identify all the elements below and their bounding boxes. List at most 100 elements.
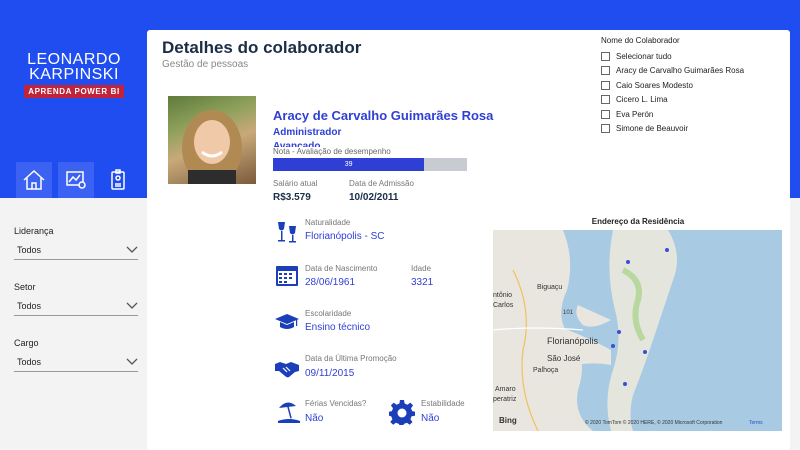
page-title: Detalhes do colaborador <box>162 38 362 57</box>
map-point[interactable] <box>626 260 630 264</box>
birth-value: 28/06/1961 <box>305 277 356 288</box>
education-value: Ensino técnico <box>305 322 371 333</box>
map-label-biguacu: Biguaçu <box>537 284 563 291</box>
stability-label: Estabilidade <box>421 399 465 408</box>
slicer-item-label: Selecionar tudo <box>616 51 672 61</box>
slicer-item-label: Caio Soares Modesto <box>616 80 693 90</box>
chart-icon <box>66 171 86 189</box>
setor-dropdown[interactable]: Todos <box>14 296 138 316</box>
slicer-item-aracy[interactable]: Aracy de Carvalho Guimarães Rosa <box>601 64 771 79</box>
vacation-label: Férias Vencidas? <box>305 399 367 408</box>
map-point[interactable] <box>617 330 621 334</box>
chevron-down-icon <box>126 302 138 309</box>
promotion-value: 09/11/2015 <box>305 368 355 379</box>
performance-fill: 39 <box>273 158 425 171</box>
filters-panel: Liderança Todos Setor Todos Cargo Todos <box>14 226 138 394</box>
map-label-amaro: Amaro <box>495 386 516 393</box>
filter-cargo: Cargo Todos <box>14 338 138 372</box>
filter-setor: Setor Todos <box>14 282 138 316</box>
slicer-item-label: Cicero L. Lima <box>616 95 668 105</box>
beach-umbrella-icon <box>278 402 300 423</box>
filter-label: Liderança <box>14 226 54 236</box>
map-label-saojose: São José <box>547 354 581 363</box>
admission-value: 10/02/2011 <box>349 192 399 203</box>
employee-slicer: Nome do Colaborador Selecionar tudo Arac… <box>601 36 771 136</box>
birth-label: Data de Nascimento <box>305 264 378 273</box>
map-label-florianopolis: Florianópolis <box>547 336 599 346</box>
cargo-dropdown[interactable]: Todos <box>14 352 138 372</box>
wine-glasses-icon <box>278 222 296 243</box>
origin-label: Naturalidade <box>305 218 351 227</box>
checkbox[interactable] <box>601 66 610 76</box>
map-point[interactable] <box>643 350 647 354</box>
map-point[interactable] <box>665 248 669 252</box>
gear-icon <box>389 400 415 425</box>
employee-role: Administrador <box>273 127 342 138</box>
slicer-item-caio[interactable]: Caio Soares Modesto <box>601 78 771 93</box>
nav-chart-button[interactable] <box>58 162 94 198</box>
slicer-item-label: Aracy de Carvalho Guimarães Rosa <box>616 66 745 76</box>
stability-value: Não <box>421 413 440 424</box>
home-icon <box>23 169 45 190</box>
chevron-down-icon <box>126 246 138 253</box>
map-label-palhoca: Palhoça <box>533 367 559 374</box>
map-label-road: 101 <box>563 310 574 316</box>
checkbox[interactable] <box>601 95 610 105</box>
admission-label: Data de Admissão <box>349 179 414 188</box>
residence-map[interactable]: Biguaçu ntônio Carlos Florianópolis São … <box>493 230 782 431</box>
slicer-item-label: Simone de Beauvoir <box>616 124 689 134</box>
slicer-item-select-all[interactable]: Selecionar tudo <box>601 49 771 64</box>
page-subtitle: Gestão de pessoas <box>162 59 249 70</box>
brand-tagline: APRENDA POWER BI <box>24 85 124 98</box>
lideranca-dropdown[interactable]: Todos <box>14 240 138 260</box>
map-attribution: © 2020 TomTom © 2020 HERE, © 2020 Micros… <box>585 420 723 426</box>
bing-logo: Bing <box>499 416 517 425</box>
slicer-item-eva[interactable]: Eva Perón <box>601 107 771 122</box>
handshake-icon <box>275 362 299 378</box>
slicer-title: Nome do Colaborador <box>601 36 680 45</box>
education-label: Escolaridade <box>305 309 352 318</box>
filter-label: Cargo <box>14 338 39 348</box>
map-title: Endereço da Residência <box>591 217 685 226</box>
age-label: Idade <box>411 264 432 273</box>
filter-label: Setor <box>14 282 36 292</box>
details-card: Detalhes do colaborador Gestão de pessoa… <box>147 30 790 450</box>
map-point[interactable] <box>623 382 627 386</box>
map-label-antonio: ntônio <box>493 292 513 299</box>
salary-label: Salário atual <box>273 179 318 188</box>
map-terms-link[interactable]: Terms <box>749 420 763 426</box>
salary-value: R$3.579 <box>273 192 311 203</box>
checkbox[interactable] <box>601 51 610 61</box>
map-label-peratriz: peratriz <box>493 396 517 403</box>
nav-badge-button[interactable] <box>100 162 136 198</box>
employee-name: Aracy de Carvalho Guimarães Rosa <box>273 108 494 123</box>
performance-bar: 39 <box>273 158 467 171</box>
brand-line1: LEONARDO <box>27 51 121 68</box>
nav-bar <box>16 162 136 198</box>
checkbox[interactable] <box>601 109 610 119</box>
badge-icon <box>111 169 125 190</box>
origin-value: Florianópolis - SC <box>305 231 385 242</box>
graduation-cap-icon <box>275 314 299 329</box>
map-label-carlos: Carlos <box>493 302 514 309</box>
checkbox[interactable] <box>601 124 610 134</box>
employee-photo <box>168 96 256 184</box>
slicer-item-cicero[interactable]: Cicero L. Lima <box>601 93 771 108</box>
slicer-item-simone[interactable]: Simone de Beauvoir <box>601 122 771 137</box>
dropdown-value: Todos <box>17 356 42 367</box>
map-point[interactable] <box>611 344 615 348</box>
calendar-icon <box>276 266 298 286</box>
promotion-label: Data da Última Promoção <box>305 354 397 363</box>
map-terrain <box>493 230 677 431</box>
performance-label: Nota - Avaliação de desempenho <box>273 147 391 156</box>
brand-line2: KARPINSKI <box>29 66 119 83</box>
chevron-down-icon <box>126 358 138 365</box>
slicer-item-label: Eva Perón <box>616 109 654 119</box>
filter-lideranca: Liderança Todos <box>14 226 138 260</box>
dropdown-value: Todos <box>17 300 42 311</box>
nav-home-button[interactable] <box>16 162 52 198</box>
checkbox[interactable] <box>601 80 610 90</box>
dropdown-value: Todos <box>17 244 42 255</box>
age-value: 3321 <box>411 277 434 288</box>
vacation-value: Não <box>305 413 324 424</box>
